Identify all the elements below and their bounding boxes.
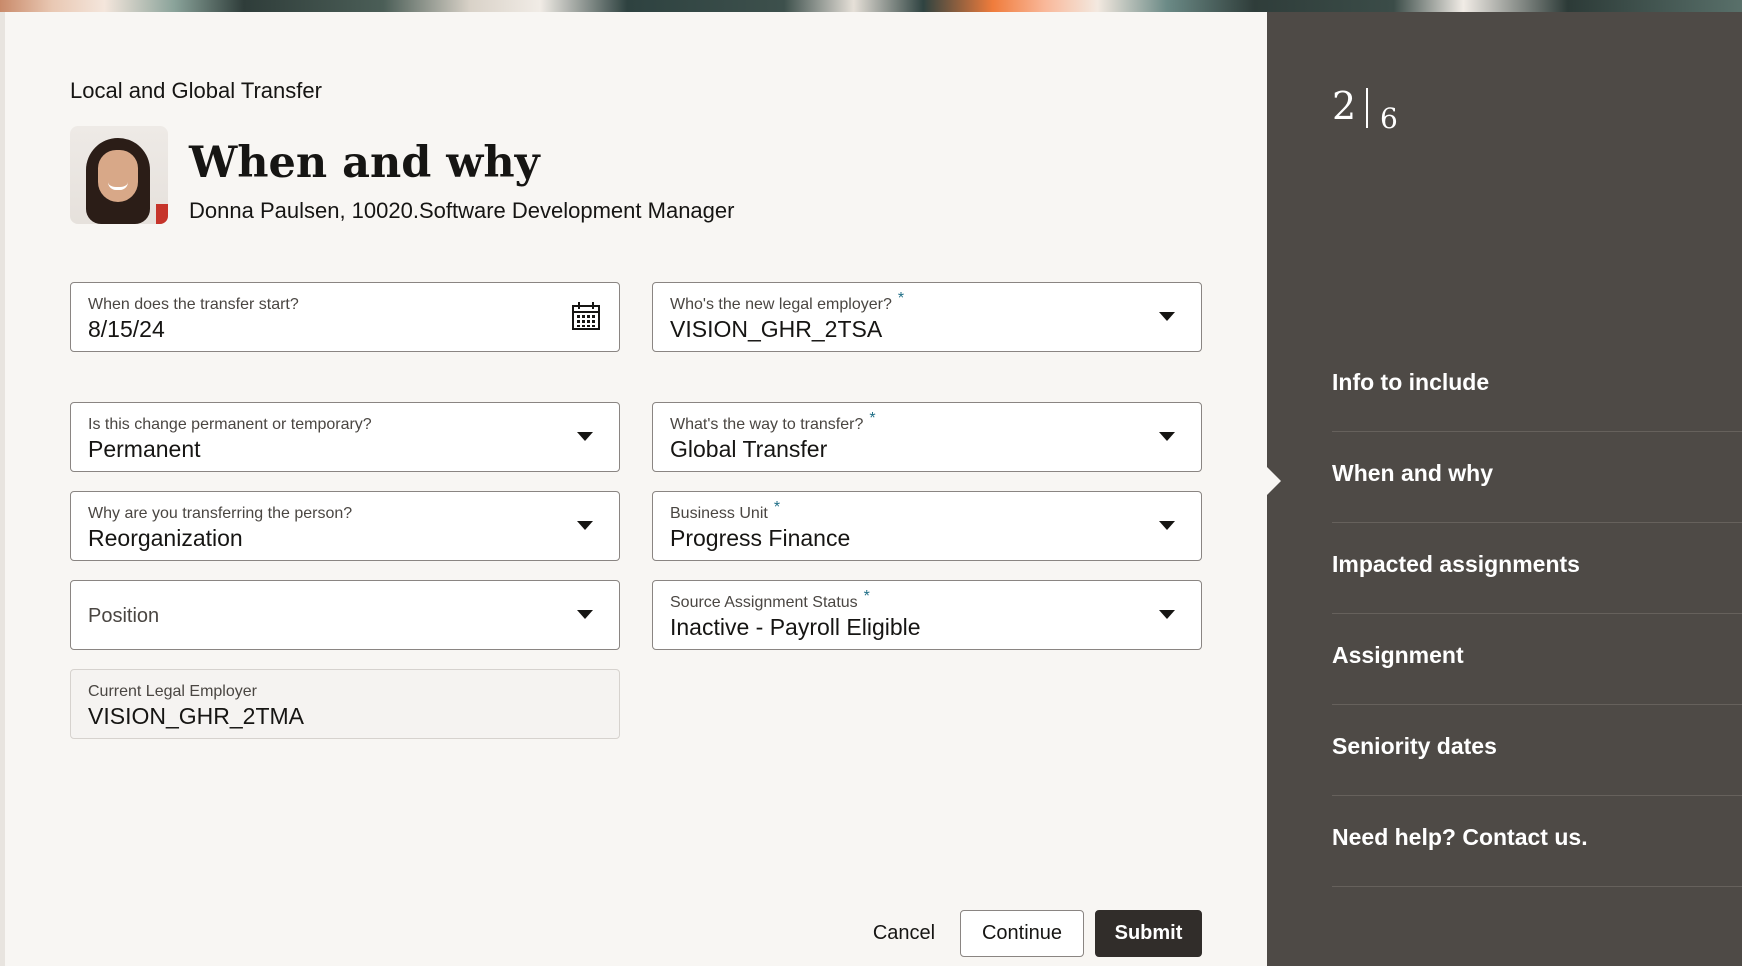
field-value: Progress Finance [670,525,851,551]
field-value: 8/15/24 [88,316,165,342]
legal-employer-select[interactable]: Who's the new legal employer? * VISION_GH… [652,282,1202,352]
step-label: Assignment [1332,642,1464,668]
flow-title: Local and Global Transfer [70,78,322,103]
calendar-icon[interactable] [571,301,601,331]
field-value: Global Transfer [670,436,828,462]
submit-button[interactable]: Submit [1095,910,1202,957]
required-marker: * [869,410,876,427]
transfer-way-select[interactable]: What's the way to transfer? * Global Tran… [652,402,1202,472]
chevron-down-icon[interactable] [577,521,593,530]
current-step-pointer [1267,467,1281,495]
step-label: Impacted assignments [1332,551,1580,577]
cancel-button[interactable]: Cancel [856,910,952,957]
source-assignment-status-select[interactable]: Source Assignment Status * Inactive - Pay… [652,580,1202,650]
required-marker: * [773,499,781,516]
avatar [70,126,168,224]
step-label: Need help? Contact us. [1332,824,1588,850]
step-assignment[interactable]: Assignment [1332,614,1742,705]
field-label: Is this change permanent or temporary? [88,416,372,433]
change-type-select[interactable]: Is this change permanent or temporary? P… [70,402,620,472]
decorative-banner [0,0,1742,12]
field-label: Why are you transferring the person? [88,505,353,522]
current-legal-employer-field: Current Legal Employer VISION_GHR_2TMA [70,669,620,739]
field-value: Permanent [88,436,201,462]
step-contact-us[interactable]: Need help? Contact us. [1332,796,1742,887]
field-value: VISION_GHR_2TSA [670,316,883,342]
chevron-down-icon[interactable] [1159,312,1175,321]
chevron-down-icon[interactable] [1159,432,1175,441]
step-counter-divider [1366,88,1368,128]
step-when-and-why[interactable]: When and why [1332,432,1742,523]
field-label: Current Legal Employer [88,683,257,700]
field-value: VISION_GHR_2TMA [88,703,304,729]
step-label: When and why [1332,460,1493,486]
chevron-down-icon[interactable] [1159,610,1175,619]
page-title: When and why [189,138,540,188]
field-label: Who's the new legal employer? * [670,290,905,313]
person-subtitle: Donna Paulsen, 10020.Software Developmen… [189,198,735,223]
field-placeholder: Position [88,605,160,627]
field-value: Inactive - Payroll Eligible [670,614,921,640]
field-value: Reorganization [88,525,243,551]
step-impacted-assignments[interactable]: Impacted assignments [1332,523,1742,614]
position-select[interactable]: Position [70,580,620,650]
required-marker: * [863,588,870,605]
field-label: What's the way to transfer? * [670,410,876,433]
transfer-reason-select[interactable]: Why are you transferring the person? Reo… [70,491,620,561]
step-info-to-include[interactable]: Info to include [1332,341,1742,432]
field-label: Business Unit * [670,499,781,522]
field-label: Source Assignment Status * [670,588,870,611]
step-label: Info to include [1332,369,1490,395]
chevron-down-icon[interactable] [577,432,593,441]
total-steps-number: 6 [1380,102,1398,135]
business-unit-select[interactable]: Business Unit * Progress Finance [652,491,1202,561]
transfer-start-date-field[interactable]: When does the transfer start? 8/15/24 [70,282,620,352]
chevron-down-icon[interactable] [1159,521,1175,530]
field-label: When does the transfer start? [88,296,299,313]
required-marker: * [897,290,905,307]
continue-button[interactable]: Continue [960,910,1084,957]
step-seniority-dates[interactable]: Seniority dates [1332,705,1742,796]
step-label: Seniority dates [1332,733,1497,759]
chevron-down-icon[interactable] [577,610,593,619]
current-step-number: 2 [1332,84,1357,128]
